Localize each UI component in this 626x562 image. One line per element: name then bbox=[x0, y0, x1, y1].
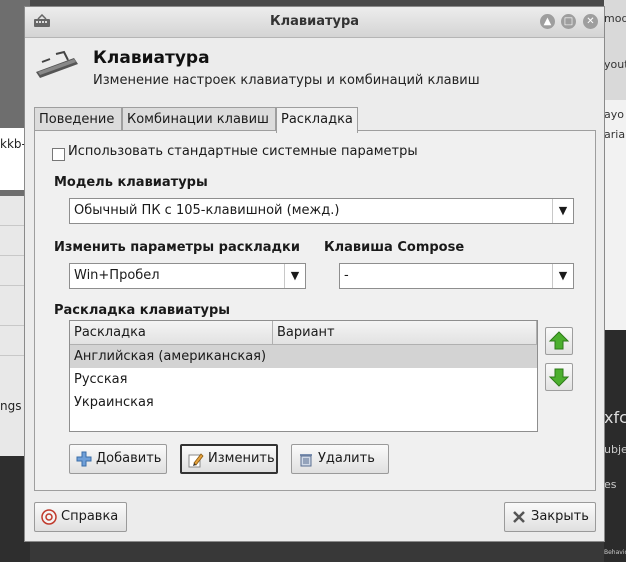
maximize-button[interactable]: ▲ bbox=[540, 14, 555, 29]
list-header: Раскладка Вариант bbox=[70, 321, 537, 345]
header-subtitle: Изменение настроек клавиатуры и комбинац… bbox=[93, 73, 480, 88]
change-layout-label: Изменить параметры раскладки bbox=[54, 240, 300, 255]
column-header-layout[interactable]: Раскладка bbox=[70, 321, 273, 344]
close-icon bbox=[513, 511, 525, 523]
use-system-defaults-label[interactable]: Использовать стандартные системные парам… bbox=[68, 144, 418, 159]
background-window-right: mod yout ayo aria xfc ubje es Behavior bbox=[604, 0, 626, 562]
header-title: Клавиатура bbox=[93, 48, 210, 68]
compose-key-select[interactable]: - ▼ bbox=[339, 263, 574, 289]
compose-key-value: - bbox=[344, 268, 349, 283]
move-down-button[interactable] bbox=[545, 363, 573, 391]
trash-icon bbox=[300, 454, 312, 467]
keyboard-icon bbox=[36, 50, 78, 78]
background-taskbar bbox=[30, 542, 604, 562]
keyboard-model-label: Модель клавиатуры bbox=[54, 175, 208, 190]
list-item[interactable]: Английская (американская) bbox=[70, 345, 537, 368]
background-text: mod bbox=[604, 12, 626, 25]
dialog-header: Клавиатура Изменение настроек клавиатуры… bbox=[25, 38, 604, 101]
list-item[interactable]: Русская bbox=[70, 368, 537, 391]
use-system-defaults-checkbox[interactable] bbox=[52, 148, 65, 161]
background-text: ubje bbox=[604, 443, 626, 456]
window-title: Клавиатура bbox=[269, 14, 360, 29]
delete-layout-label: Удалить bbox=[318, 451, 375, 466]
arrow-up-icon bbox=[548, 331, 570, 350]
restore-button[interactable]: □ bbox=[561, 14, 576, 29]
help-label: Справка bbox=[61, 509, 119, 524]
close-label: Закрыть bbox=[531, 509, 589, 524]
layout-list[interactable]: Раскладка Вариант Английская (американск… bbox=[69, 320, 538, 432]
change-layout-value: Win+Пробел bbox=[74, 268, 160, 283]
delete-layout-button[interactable]: Удалить bbox=[291, 444, 389, 474]
chevron-down-icon: ▼ bbox=[552, 264, 573, 288]
title-bar[interactable]: Клавиатура ▲ □ ✕ bbox=[25, 7, 604, 38]
chevron-down-icon: ▼ bbox=[284, 264, 305, 288]
compose-key-label: Клавиша Compose bbox=[324, 240, 465, 255]
keyboard-model-select[interactable]: Обычный ПК с 105-клавишной (межд.) ▼ bbox=[69, 198, 574, 224]
background-text: ngs bbox=[0, 399, 22, 413]
background-text: aria bbox=[604, 128, 626, 141]
change-layout-select[interactable]: Win+Пробел ▼ bbox=[69, 263, 306, 289]
add-layout-button[interactable]: Добавить bbox=[69, 444, 167, 474]
background-text: es bbox=[604, 478, 617, 491]
keyboard-model-value: Обычный ПК с 105-клавишной (межд.) bbox=[74, 203, 340, 218]
keyboard-settings-dialog: Клавиатура ▲ □ ✕ Клавиатура Изменение на… bbox=[24, 6, 605, 542]
tab-layout[interactable]: Раскладка bbox=[276, 107, 358, 133]
column-header-variant[interactable]: Вариант bbox=[273, 321, 537, 344]
background-text: xfc bbox=[604, 408, 626, 427]
layout-panel: Использовать стандартные системные парам… bbox=[34, 130, 596, 491]
move-up-button[interactable] bbox=[545, 327, 573, 355]
background-tab: Behavior bbox=[604, 549, 626, 556]
list-item[interactable]: Украинская bbox=[70, 391, 537, 414]
plus-icon bbox=[76, 451, 92, 467]
background-text: yout bbox=[604, 58, 626, 71]
keyboard-layout-label: Раскладка клавиатуры bbox=[54, 303, 231, 318]
tab-shortcuts[interactable]: Комбинации клавиш bbox=[122, 107, 276, 131]
chevron-down-icon: ▼ bbox=[552, 199, 573, 223]
help-icon bbox=[41, 509, 57, 525]
close-window-button[interactable]: ✕ bbox=[583, 14, 598, 29]
pencil-icon bbox=[188, 453, 204, 468]
close-button[interactable]: Закрыть bbox=[504, 502, 596, 532]
background-text: ayo bbox=[604, 108, 624, 121]
tab-behavior[interactable]: Поведение bbox=[34, 107, 122, 131]
help-button[interactable]: Справка bbox=[34, 502, 127, 532]
arrow-down-icon bbox=[548, 368, 570, 387]
edit-layout-label: Изменить bbox=[208, 451, 275, 466]
add-layout-label: Добавить bbox=[96, 451, 162, 466]
edit-layout-button[interactable]: Изменить bbox=[180, 444, 278, 474]
